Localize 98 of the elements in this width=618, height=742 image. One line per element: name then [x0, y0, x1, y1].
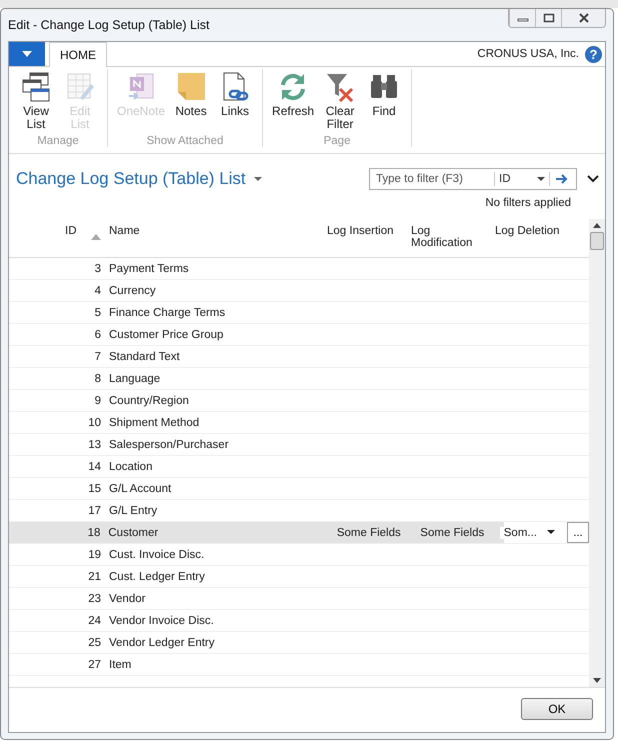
window-title: Edit - Change Log Setup (Table) List [8, 18, 210, 32]
table-row[interactable]: 15 G/L Account [9, 478, 589, 500]
arrow-right-icon[interactable] [555, 173, 569, 185]
ribbon-group-label: Show Attached [146, 135, 224, 147]
table-row[interactable]: 18 Customer Some Fields Some Fields Som... ... [9, 522, 589, 544]
table-cell-text: 15 [87, 482, 101, 494]
table-cell-text: 9 [94, 394, 101, 406]
ribbon-action-button[interactable]: Refresh [269, 72, 318, 135]
table-row[interactable]: 24 Vendor Invoice Disc. [9, 610, 589, 632]
table-row[interactable]: 3 Payment Terms [9, 258, 589, 280]
ribbon-group-label: Page [324, 135, 350, 147]
table-cell-text: 7 [94, 350, 101, 362]
scrollbar-thumb[interactable] [590, 232, 604, 250]
filter-status: No filters applied [485, 197, 571, 209]
help-button[interactable]: ? [585, 46, 602, 62]
table-cell-text: 8 [94, 372, 101, 384]
table-cell-text: Customer Price Group [108, 328, 224, 340]
table-row[interactable]: 8 Language [9, 368, 589, 390]
table-cell-text: 4 [94, 284, 101, 296]
clear-filter-icon [326, 72, 354, 105]
table-cell-text: Cust. Ledger Entry [108, 570, 206, 582]
column-header[interactable]: Log Deletion [495, 219, 589, 257]
table-cell-text: 18 [86, 526, 100, 538]
table-cell: Some Fields [336, 526, 401, 538]
column-header[interactable]: ID [9, 219, 101, 257]
ribbon-action-button[interactable]: Find [363, 72, 406, 135]
table-row[interactable]: 25 Vendor Ledger Entry [9, 632, 589, 654]
table-cell-text: 21 [87, 570, 101, 582]
table-cell-text: 25 [87, 636, 101, 648]
table-row[interactable]: 7 Standard Text [9, 346, 589, 368]
table-cell-text: Standard Text [108, 350, 181, 362]
table-row[interactable]: 10 Shipment Method [9, 412, 589, 434]
table-cell-text: Customer [107, 526, 160, 538]
table-cell-text: G/L Entry [108, 504, 158, 516]
column-header[interactable]: Name [101, 219, 327, 257]
caret-icon [546, 530, 555, 535]
table-cell-text: Country/Region [108, 394, 190, 406]
table-cell-text: Shipment Method [108, 416, 200, 428]
ribbon-tab[interactable]: HOME [49, 42, 107, 67]
table-cell-text: Language [108, 372, 162, 384]
table-cell-text: Vendor Ledger Entry [108, 636, 216, 648]
table-row[interactable]: 13 Salesperson/Purchaser [9, 434, 589, 456]
minimize-button[interactable] [509, 9, 535, 27]
filter-bar[interactable]: Type to filter (F3) ID [369, 168, 577, 190]
close-icon [578, 13, 590, 23]
table-cell-text: 6 [94, 328, 101, 340]
maximize-button[interactable] [535, 9, 561, 27]
table-cell-text: Cust. Invoice Disc. [108, 548, 206, 560]
table-row[interactable]: 14 Location [9, 456, 589, 478]
table-cell-text: 14 [87, 460, 101, 472]
ribbon-action-button[interactable]: Clear Filter [319, 72, 362, 135]
chevron-down-icon[interactable] [587, 175, 599, 183]
scroll-up-icon[interactable] [593, 223, 601, 228]
table-cell-text: Salesperson/Purchaser [108, 438, 230, 450]
table-row[interactable]: 4 Currency [9, 280, 589, 302]
table-cell-text: Payment Terms [108, 262, 190, 274]
column-header[interactable]: Log Insertion [327, 219, 411, 257]
table-cell-text: 23 [87, 592, 101, 604]
table-row[interactable]: 19 Cust. Invoice Disc. [9, 544, 589, 566]
assist-button[interactable]: ... [566, 522, 589, 543]
caret-icon[interactable] [254, 176, 262, 182]
ribbon-group-label: Manage [37, 135, 79, 147]
ribbon-action-button[interactable]: View List [15, 72, 57, 135]
table-cell-text: Item [108, 658, 132, 670]
caret-icon[interactable] [537, 176, 545, 182]
table-cell-text: 27 [87, 658, 101, 670]
ribbon-action-button[interactable]: Links [214, 72, 256, 135]
table-row[interactable]: 6 Customer Price Group [9, 324, 589, 346]
table-cell: Some Fields [420, 526, 484, 538]
company-name: CRONUS USA, Inc. [477, 48, 579, 60]
table-cell-text: 3 [94, 262, 101, 274]
application-menu-button[interactable] [9, 42, 45, 66]
table-cell-text: 24 [87, 614, 101, 626]
table-row[interactable]: 27 Item [9, 654, 589, 676]
maximize-icon [542, 13, 554, 23]
ribbon-action-button[interactable]: Notes [170, 72, 212, 135]
table-cell-text: Currency [108, 284, 157, 296]
table-cell-text: Finance Charge Terms [108, 306, 226, 318]
table-cell-text: Vendor Invoice Disc. [108, 614, 215, 626]
table-cell-text: G/L Account [108, 482, 172, 494]
close-button[interactable] [561, 9, 605, 27]
vertical-scrollbar[interactable] [589, 219, 605, 687]
table-cell-text: 13 [87, 438, 101, 450]
table-row[interactable]: 5 Finance Charge Terms [9, 302, 589, 324]
caret-icon [22, 51, 32, 57]
ok-button[interactable]: OK [521, 698, 593, 720]
table-cell-text: 10 [87, 416, 101, 428]
table-cell-text: Vendor [108, 592, 146, 604]
table-row[interactable]: 23 Vendor [9, 588, 589, 610]
table-cell-text: 5 [94, 306, 101, 318]
table-cell-text: 17 [87, 504, 101, 516]
scroll-down-icon[interactable] [593, 678, 601, 683]
table-row[interactable]: 9 Country/Region [9, 390, 589, 412]
table-row[interactable]: 21 Cust. Ledger Entry [9, 566, 589, 588]
column-header[interactable]: Log Modification [411, 219, 495, 257]
table-cell-text: Location [108, 460, 154, 472]
page-title[interactable]: Change Log Setup (Table) List [16, 169, 246, 189]
table-cell-text: 19 [87, 548, 101, 560]
